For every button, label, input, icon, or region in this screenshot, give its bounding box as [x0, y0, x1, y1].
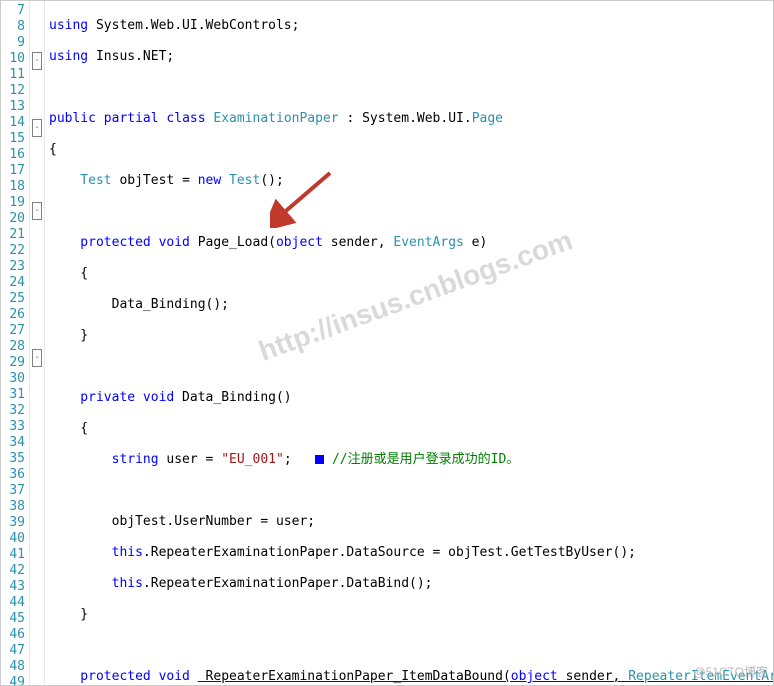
- fold-gutter: - - - -: [30, 1, 45, 685]
- code-area[interactable]: using System.Web.UI.WebControls; using I…: [45, 1, 773, 685]
- line-number-gutter: 7891011121314151617181920212223242526272…: [1, 1, 30, 685]
- credit-text: @51CTO博客: [693, 663, 768, 680]
- caret-marker: [315, 455, 324, 464]
- code-editor[interactable]: 7891011121314151617181920212223242526272…: [0, 0, 774, 686]
